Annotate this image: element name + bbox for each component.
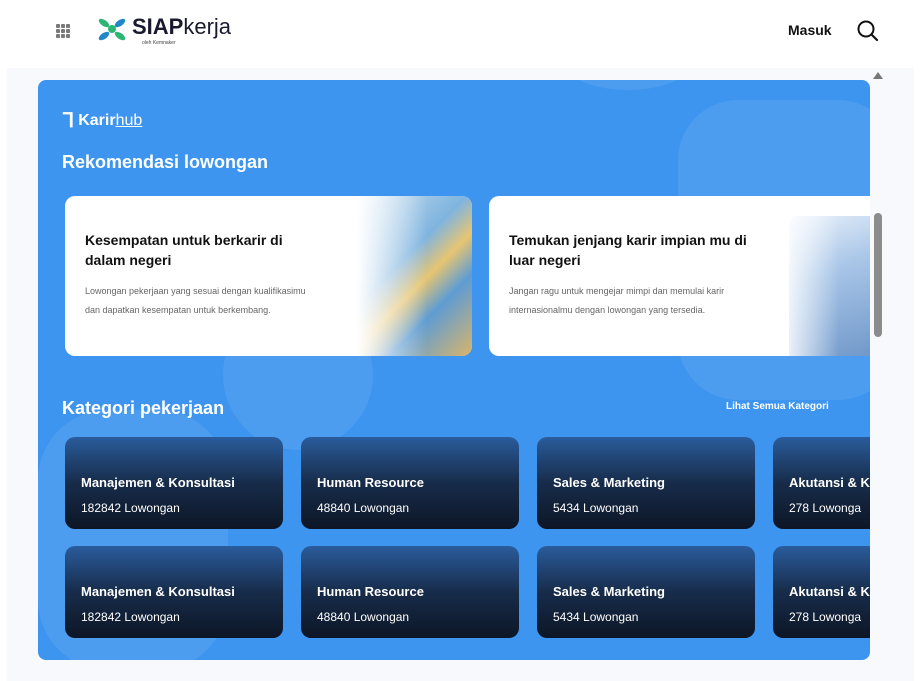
category-count: 5434 Lowongan: [553, 610, 639, 624]
karirhub-panel: ᒣ Karirhub Rekomendasi lowongan Kesempat…: [38, 80, 870, 660]
category-name: Manajemen & Konsultasi: [81, 475, 235, 490]
search-icon[interactable]: [855, 18, 881, 44]
category-card[interactable]: Akutansi & K 278 Lowonga: [773, 437, 870, 529]
login-button[interactable]: Masuk: [788, 22, 832, 38]
grid-icon[interactable]: [56, 24, 70, 38]
image-fade: [357, 196, 427, 356]
category-count: 278 Lowonga: [789, 610, 862, 624]
card-description: Lowongan pekerjaan yang sesuai dengan ku…: [85, 286, 306, 315]
karirhub-logo-icon: ᒣ: [62, 110, 75, 132]
karirhub-logo-text: Karirhub: [78, 111, 143, 129]
category-card[interactable]: Akutansi & K 278 Lowonga: [773, 546, 870, 638]
category-name: Human Resource: [317, 584, 424, 599]
category-card[interactable]: Human Resource 48840 Lowongan: [301, 437, 519, 529]
recommendations-title: Rekomendasi lowongan: [62, 152, 269, 172]
scrollbar-thumb[interactable]: [874, 213, 882, 337]
card-title: Kesempatan untuk berkarir di dalam neger…: [85, 232, 283, 268]
category-count: 48840 Lowongan: [317, 610, 410, 624]
image-fade: [779, 196, 839, 356]
karirhub-logo: ᒣ Karirhub: [62, 108, 142, 133]
logo-text: SIAPkerja: [132, 14, 232, 39]
category-card[interactable]: Sales & Marketing 5434 Lowongan: [537, 437, 755, 529]
category-card[interactable]: Manajemen & Konsultasi 182842 Lowongan: [65, 437, 283, 529]
category-card[interactable]: Human Resource 48840 Lowongan: [301, 546, 519, 638]
see-all-categories-link[interactable]: Lihat Semua Kategori: [726, 401, 829, 412]
recommendation-card-domestic[interactable]: Kesempatan untuk berkarir di dalam neger…: [65, 196, 472, 356]
recommendation-card-abroad[interactable]: Temukan jenjang karir impian mu di luar …: [489, 196, 870, 356]
scroll-up-arrow-icon[interactable]: [873, 72, 883, 79]
category-name: Manajemen & Konsultasi: [81, 584, 235, 599]
siapkerja-logo-icon: [98, 18, 126, 41]
category-name: Akutansi & K: [789, 475, 870, 490]
top-navigation-bar: SIAPkerja oleh Kemnaker Masuk: [0, 0, 921, 62]
category-count: 182842 Lowongan: [81, 610, 180, 624]
category-count: 278 Lowonga: [789, 501, 862, 515]
scrollbar-track[interactable]: [870, 68, 886, 681]
category-card[interactable]: Sales & Marketing 5434 Lowongan: [537, 546, 755, 638]
category-name: Sales & Marketing: [553, 475, 665, 490]
category-card[interactable]: Manajemen & Konsultasi 182842 Lowongan: [65, 546, 283, 638]
category-name: Akutansi & K: [789, 584, 870, 599]
category-count: 182842 Lowongan: [81, 501, 180, 515]
decorative-shape: [558, 80, 698, 90]
category-count: 5434 Lowongan: [553, 501, 639, 515]
logo-subtitle: oleh Kemnaker: [142, 40, 176, 46]
categories-title: Kategori pekerjaan: [62, 398, 225, 418]
category-count: 48840 Lowongan: [317, 501, 410, 515]
card-description: Jangan ragu untuk mengejar mimpi dan mem…: [509, 286, 725, 315]
category-name: Sales & Marketing: [553, 584, 665, 599]
card-title: Temukan jenjang karir impian mu di luar …: [509, 232, 747, 268]
category-name: Human Resource: [317, 475, 424, 490]
